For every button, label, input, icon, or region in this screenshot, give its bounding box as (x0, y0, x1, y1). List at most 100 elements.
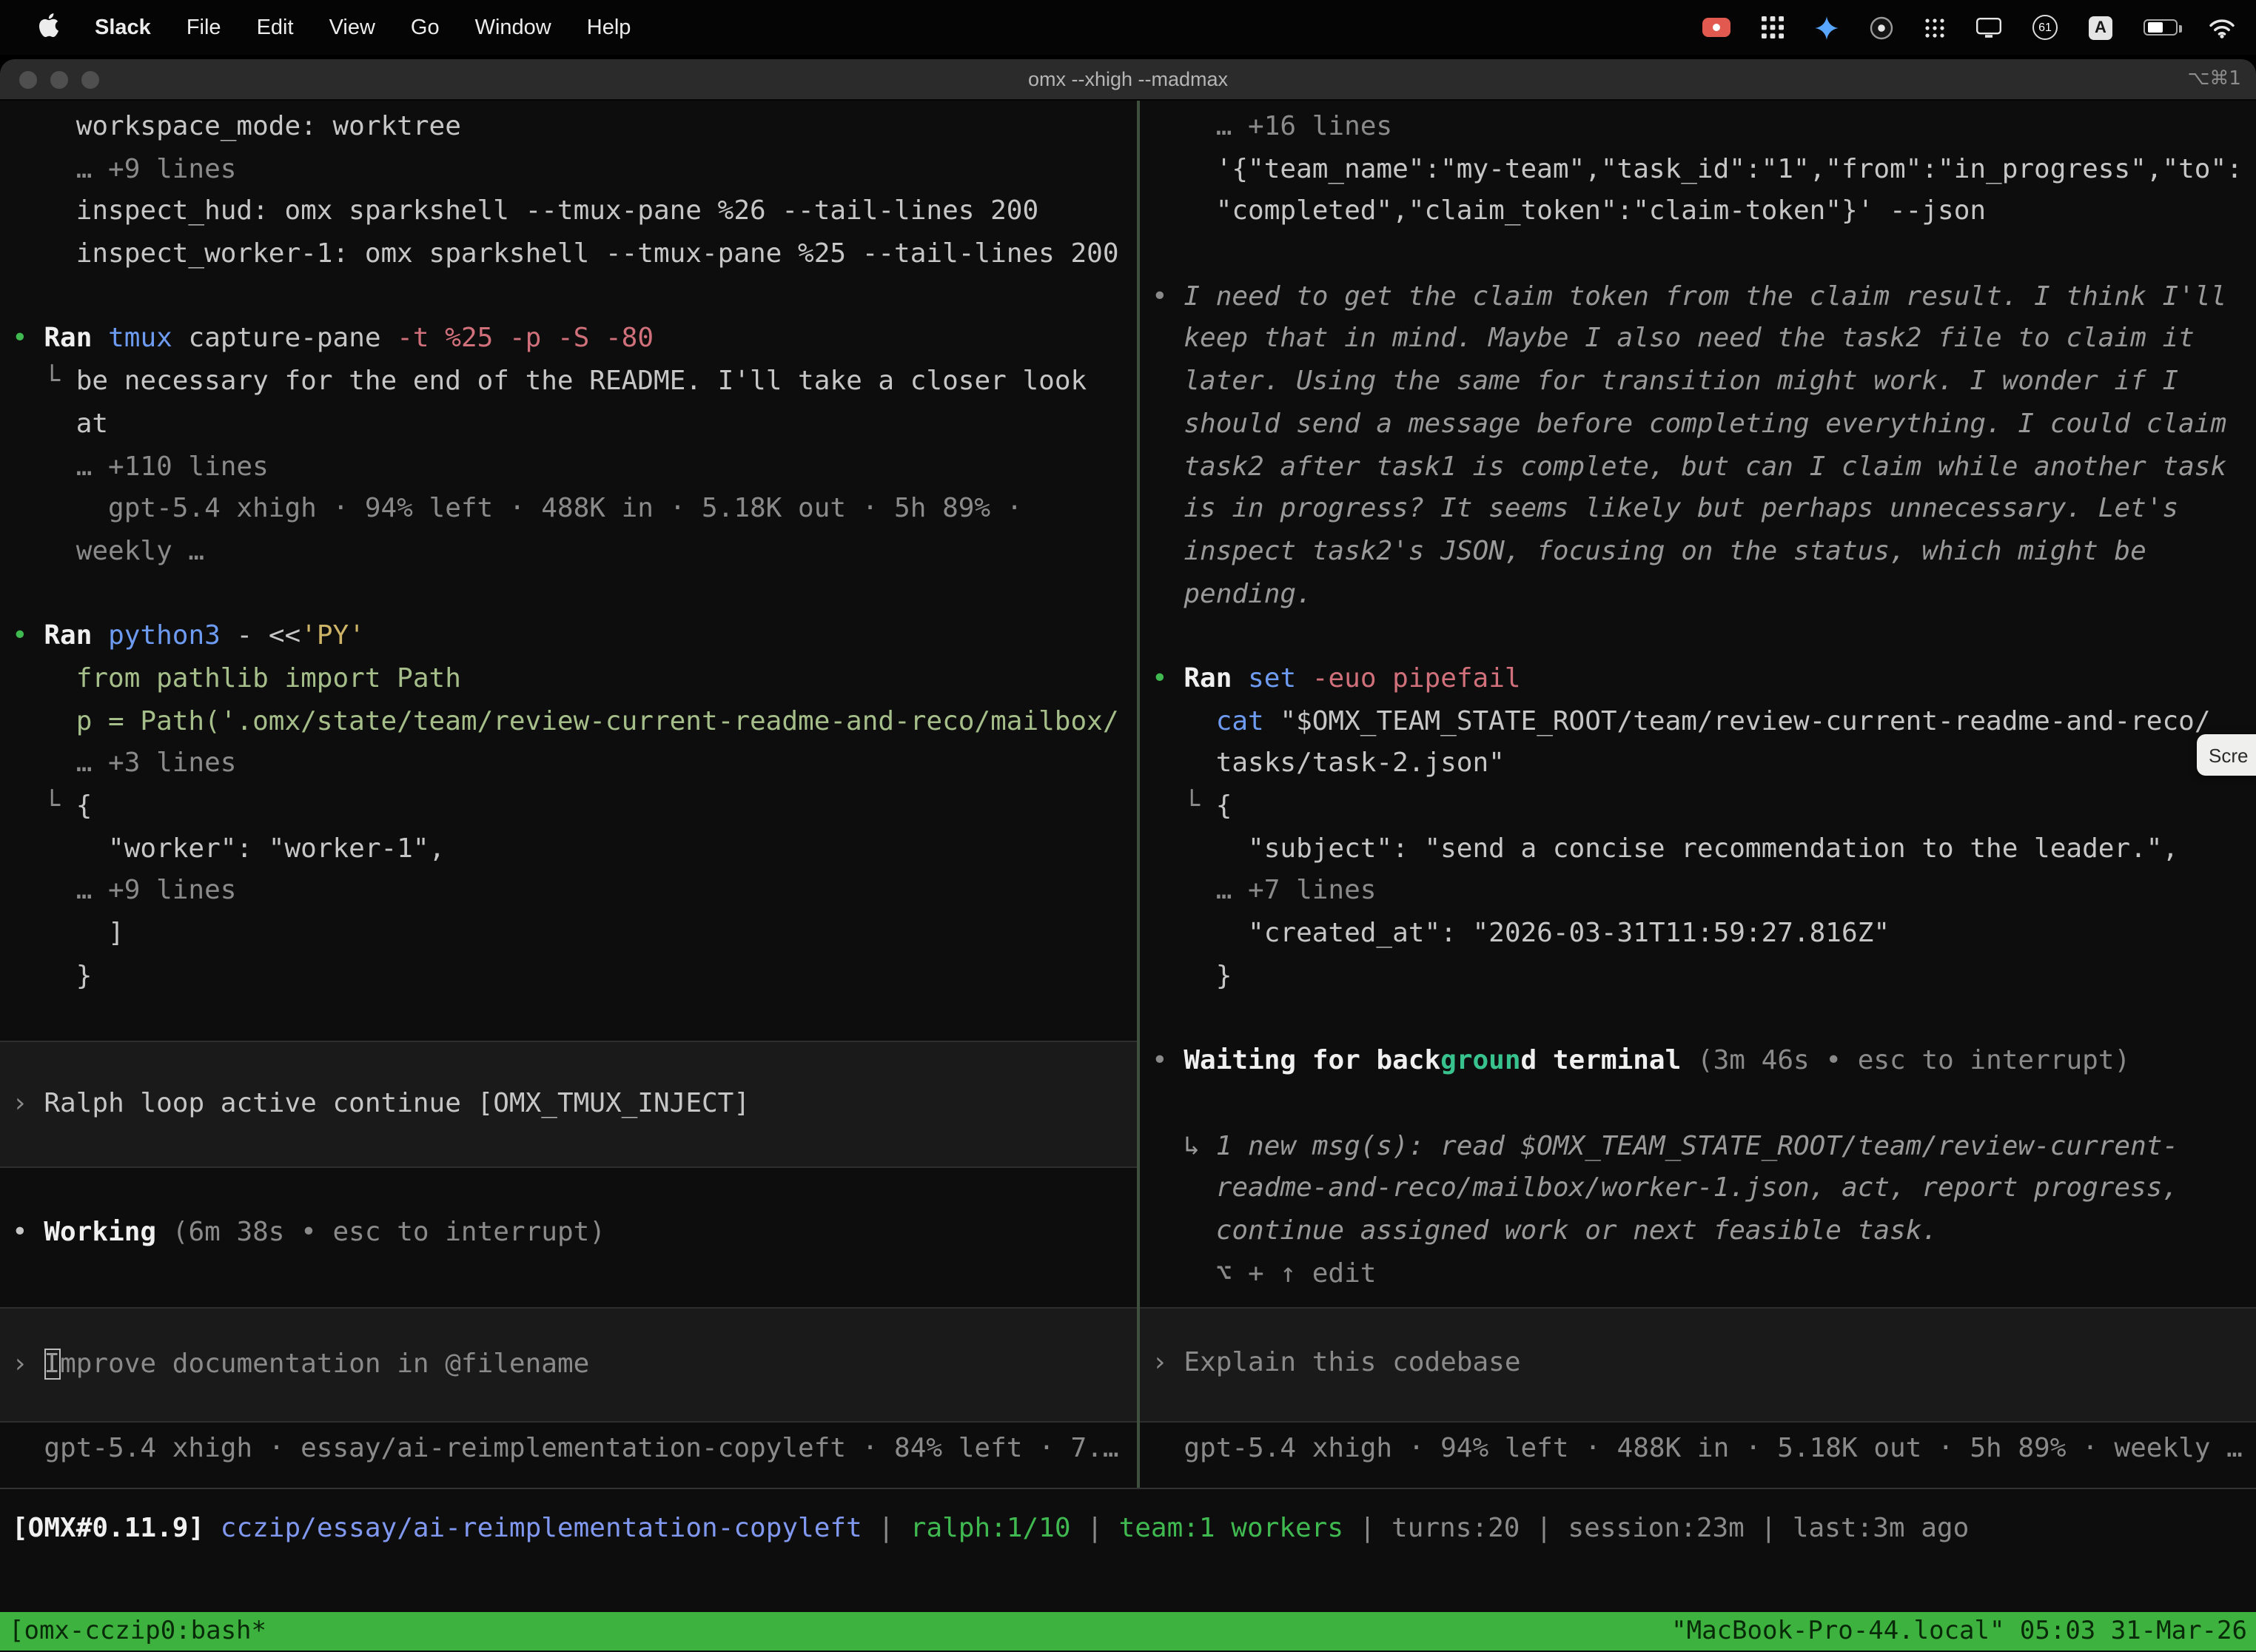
terminal-text-segment: inspect task2's JSON, focusing on the st… (1152, 536, 2146, 567)
terminal-text-segment: weekly … (12, 536, 204, 567)
left-queued-input-box[interactable]: › Ralph loop active continue [OMX_TMUX_I… (0, 1041, 1137, 1168)
terminal-text-segment: "created_at": "2026-03-31T11:59:27.816Z" (1152, 918, 1890, 949)
terminal-text-segment: (6m 38s • esc to interrupt) (156, 1217, 605, 1248)
terminal-text-segment: "worker": "worker-1", (12, 833, 445, 864)
terminal-line: … +110 lines (0, 446, 1137, 488)
terminal-line: • Working (6m 38s • esc to interrupt) (0, 1212, 1137, 1255)
terminal-text-segment: I need to get the claim token from the c… (1184, 281, 2226, 312)
terminal-line: └ be necessary for the end of the README… (0, 361, 1137, 403)
terminal-text-segment: should send a message before completing … (1152, 409, 2226, 440)
menu-app-name[interactable]: Slack (77, 16, 169, 39)
terminal-text-segment: "subject": "send a concise recommendatio… (1152, 833, 2178, 864)
close-button[interactable] (19, 70, 37, 88)
terminal-text-segment: └ (1152, 790, 1216, 822)
terminal-text-segment: Ralph loop active continue [OMX_TMUX_INJ… (44, 1088, 750, 1119)
right-input-box[interactable]: › Explain this codebase (1140, 1306, 2256, 1422)
terminal-text-segment: └ (12, 790, 76, 822)
tmux-session-label: [omx-cczip0:bash* (9, 1616, 266, 1646)
terminal-text-segment: set (1248, 663, 1296, 694)
terminal-line: keep that in mind. Maybe I also need the… (1140, 319, 2256, 361)
left-working-status: • Working (6m 38s • esc to interrupt) (0, 1212, 1137, 1255)
terminal-line (0, 277, 1137, 319)
display-icon[interactable] (1976, 17, 2001, 38)
terminal-text-segment: • (12, 1217, 44, 1248)
terminal-line (1140, 998, 2256, 1041)
terminal-line: "worker": "worker-1", (0, 828, 1137, 870)
terminal-line: └ { (0, 786, 1137, 828)
menu-item-edit[interactable]: Edit (239, 16, 312, 39)
left-terminal-pane[interactable]: workspace_mode: worktree … +9 lines insp… (0, 101, 1137, 1488)
terminal-line: inspect_worker-1: omx sparkshell --tmux-… (0, 234, 1137, 276)
terminal-text-segment: … +3 lines (12, 748, 236, 779)
tmux-host-time: "MacBook-Pro-44.local" 05:03 31-Mar-26 (1671, 1616, 2247, 1646)
terminal-text-segment: capture-pane (172, 323, 397, 355)
terminal-text-segment: • (1152, 1045, 1184, 1076)
zoom-button[interactable] (81, 70, 99, 88)
omx-status-bar: [OMX#0.11.9] cczip/essay/ai-reimplementa… (0, 1489, 2256, 1612)
menu-item-window[interactable]: Window (457, 16, 569, 39)
screenshot-toast[interactable]: Scre (2197, 734, 2256, 776)
terminal-line: • Ran tmux capture-pane -t %25 -p -S -80 (0, 319, 1137, 361)
terminal-text-segment: • (12, 621, 44, 652)
spacer (0, 1255, 1137, 1308)
terminal-text-segment: later. Using the same for transition mig… (1152, 366, 2178, 397)
terminal-text-segment: be necessary for the end of the README. … (76, 366, 1087, 397)
terminal-line: task2 after task1 is complete, but can I… (1140, 446, 2256, 488)
terminal-text-segment: { (76, 790, 93, 822)
terminal-text-segment: › Explain this codebase (1152, 1348, 1521, 1379)
terminal-line: gpt-5.4 xhigh · essay/ai-reimplementatio… (0, 1428, 1137, 1471)
left-input-box[interactable]: › Improve documentation in @filename (0, 1307, 1137, 1423)
terminal-text-segment: ralph:1/10 (910, 1513, 1071, 1544)
menu-item-go[interactable]: Go (393, 16, 457, 39)
terminal-line: inspect_hud: omx sparkshell --tmux-pane … (0, 192, 1137, 234)
terminal-window: omx --xhigh --madmax ⌥⌘1 workspace_mode:… (0, 59, 2256, 1652)
terminal-text-segment: tasks/task-2.json" (1152, 748, 1505, 779)
screen: Slack File Edit View Go Window Help (0, 0, 2256, 1652)
terminal-line: … +7 lines (1140, 871, 2256, 913)
terminal-text-segment: gpt-5.4 xhigh · 94% left · 488K in · 5.1… (1152, 1432, 2243, 1463)
terminal-line: inspect task2's JSON, focusing on the st… (1140, 531, 2256, 574)
terminal-line: … +9 lines (0, 871, 1137, 913)
terminal-line (1140, 617, 2256, 659)
right-terminal-pane[interactable]: … +16 lines '{"team_name":"my-team","tas… (1140, 101, 2256, 1488)
terminal-text-segment: | (862, 1513, 910, 1544)
terminal-text-segment: at (12, 409, 108, 440)
input-source-icon[interactable]: A (2089, 16, 2112, 39)
spacer (1140, 1422, 2256, 1428)
menu-item-file[interactable]: File (169, 16, 239, 39)
minimize-button[interactable] (50, 70, 68, 88)
terminal-line: [OMX#0.11.9] cczip/essay/ai-reimplementa… (0, 1508, 2256, 1551)
apple-menu[interactable] (21, 13, 77, 42)
menu-item-help[interactable]: Help (569, 16, 649, 39)
right-transcript: … +16 lines '{"team_name":"my-team","tas… (1140, 107, 2256, 1296)
battery-percent-icon[interactable]: 61 (2032, 15, 2058, 40)
terminal-text-segment: Ran (1184, 663, 1248, 694)
window-titlebar[interactable]: omx --xhigh --madmax ⌥⌘1 (0, 59, 2256, 101)
terminal-text-segment: 'PY' (301, 621, 365, 652)
dots-grid-icon[interactable] (1924, 17, 1945, 38)
terminal-line: } (0, 956, 1137, 998)
terminal-line (1140, 234, 2256, 276)
sparkle-icon[interactable] (1815, 16, 1839, 39)
terminal-line: workspace_mode: worktree (0, 107, 1137, 149)
terminal-text-segment: [OMX#0.11.9] (12, 1513, 221, 1544)
wifi-icon[interactable] (2209, 17, 2235, 38)
terminal-text-segment: ↳ 1 new msg(s): read $OMX_TEAM_STATE_ROO… (1152, 1130, 2178, 1161)
terminal-line: ⌥ + ↑ edit (1140, 1253, 2256, 1295)
grid-icon[interactable] (1762, 16, 1784, 38)
terminal-line: cat "$OMX_TEAM_STATE_ROOT/team/review-cu… (1140, 701, 2256, 743)
terminal-text-segment: › (12, 1349, 44, 1380)
screen-recording-icon[interactable] (1702, 18, 1730, 37)
dark-app-icon[interactable] (1870, 16, 1893, 39)
menu-item-view[interactable]: View (312, 16, 393, 39)
terminal-text-segment: from pathlib import Path (12, 663, 461, 694)
terminal-text-segment: › (12, 1088, 44, 1119)
window-title: omx --xhigh --madmax (1028, 68, 1228, 90)
battery-icon[interactable] (2143, 19, 2178, 36)
left-input-placeholder: › Improve documentation in @filename (0, 1344, 1137, 1386)
terminal-text-segment: gpt-5.4 xhigh · essay/ai-reimplementatio… (12, 1433, 1119, 1464)
right-input-placeholder: › Explain this codebase (1140, 1343, 2256, 1386)
window-shortcut-hint: ⌥⌘1 (2187, 68, 2241, 90)
terminal-text-segment: workspace_mode: worktree (12, 111, 461, 142)
terminal-cursor: I (44, 1349, 60, 1380)
